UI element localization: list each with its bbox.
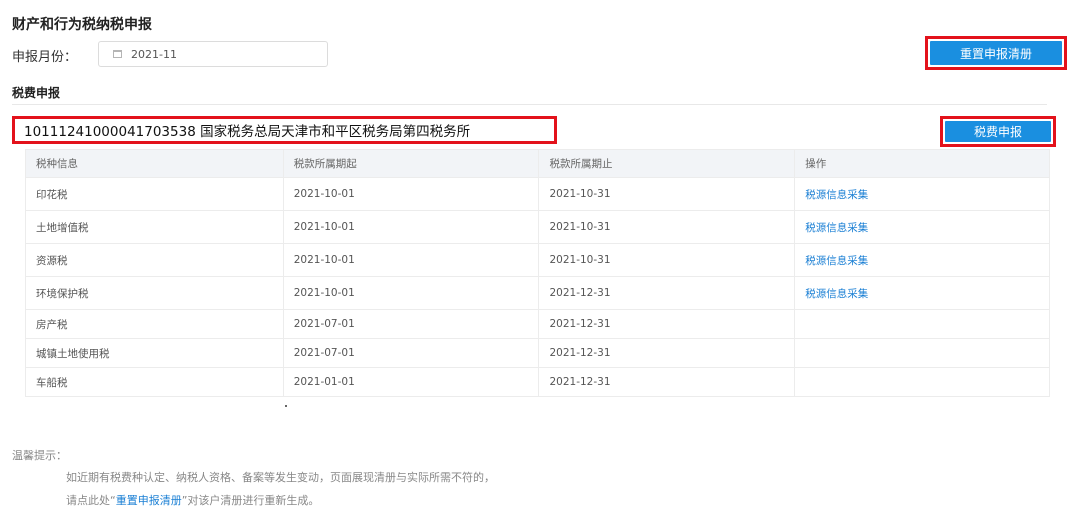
table-row: 印花税 2021-10-01 2021-10-31 税源信息采集 bbox=[25, 177, 1050, 211]
tip-line-2-suffix: ”对该户清册进行重新生成。 bbox=[181, 494, 320, 507]
tip-line-1: 如近期有税费种认定、纳税人资格、备案等发生变动，页面展现清册与实际所需不符的， bbox=[66, 471, 495, 484]
table-row: 环境保护税 2021-10-01 2021-12-31 税源信息采集 bbox=[25, 276, 1050, 310]
period-start-cell: 2021-07-01 bbox=[282, 309, 540, 339]
period-start-cell: 2021-10-01 bbox=[282, 177, 540, 211]
table-row: 城镇土地使用税 2021-07-01 2021-12-31 bbox=[25, 338, 1050, 368]
tax-source-collect-link[interactable]: 税源信息采集 bbox=[805, 222, 868, 234]
tax-source-collect-link[interactable]: 税源信息采集 bbox=[805, 189, 868, 201]
action-cell bbox=[794, 309, 1050, 339]
divider bbox=[12, 104, 1047, 105]
taxpayer-info: 10111241000041703538 国家税务总局天津市和平区税务局第四税务… bbox=[12, 116, 557, 144]
page-title: 财产和行为税纳税申报 bbox=[12, 17, 152, 33]
tip-line-2-prefix: 请点此处“ bbox=[66, 494, 116, 507]
period-start-cell: 2021-07-01 bbox=[282, 338, 540, 368]
reset-button-highlight: 重置申报清册 bbox=[925, 36, 1067, 70]
column-header-period-start: 税款所属期起 bbox=[282, 149, 540, 178]
month-label: 申报月份： bbox=[12, 50, 78, 65]
period-end-cell: 2021-12-31 bbox=[538, 276, 796, 310]
action-cell: 税源信息采集 bbox=[794, 177, 1050, 211]
period-end-cell: 2021-12-31 bbox=[538, 338, 796, 368]
column-header-tax-type: 税种信息 bbox=[25, 149, 284, 178]
table-row: 土地增值税 2021-10-01 2021-10-31 税源信息采集 bbox=[25, 210, 1050, 244]
month-value: 2021-11 bbox=[131, 47, 177, 61]
period-start-cell: 2021-10-01 bbox=[282, 276, 540, 310]
calendar-icon bbox=[113, 50, 122, 58]
period-end-cell: 2021-12-31 bbox=[538, 367, 796, 397]
month-picker-input[interactable]: 2021-11 bbox=[98, 41, 328, 67]
action-cell bbox=[794, 338, 1050, 368]
period-start-cell: 2021-01-01 bbox=[282, 367, 540, 397]
period-end-cell: 2021-10-31 bbox=[538, 243, 796, 277]
tax-type-cell: 环境保护税 bbox=[25, 276, 284, 310]
period-end-cell: 2021-12-31 bbox=[538, 309, 796, 339]
table-row: 车船税 2021-01-01 2021-12-31 bbox=[25, 367, 1050, 397]
reset-declaration-list-button[interactable]: 重置申报清册 bbox=[930, 41, 1062, 65]
tips-title: 温馨提示： bbox=[12, 449, 67, 462]
table-row: 资源税 2021-10-01 2021-10-31 税源信息采集 bbox=[25, 243, 1050, 277]
period-end-cell: 2021-10-31 bbox=[538, 210, 796, 244]
period-end-cell: 2021-10-31 bbox=[538, 177, 796, 211]
tax-type-cell: 房产税 bbox=[25, 309, 284, 339]
tax-type-cell: 车船税 bbox=[25, 367, 284, 397]
tax-declare-button[interactable]: 税费申报 bbox=[945, 121, 1051, 142]
reset-declaration-list-link[interactable]: 重置申报清册 bbox=[116, 494, 182, 507]
tax-source-collect-link[interactable]: 税源信息采集 bbox=[805, 255, 868, 267]
declare-button-highlight: 税费申报 bbox=[940, 116, 1056, 147]
tax-source-collect-link[interactable]: 税源信息采集 bbox=[805, 288, 868, 300]
period-start-cell: 2021-10-01 bbox=[282, 210, 540, 244]
table-header-row: 税种信息 税款所属期起 税款所属期止 操作 bbox=[25, 149, 1050, 178]
tax-table: 税种信息 税款所属期起 税款所属期止 操作 印花税 2021-10-01 202… bbox=[25, 149, 1050, 397]
action-cell bbox=[794, 367, 1050, 397]
tax-type-cell: 土地增值税 bbox=[25, 210, 284, 244]
table-row: 房产税 2021-07-01 2021-12-31 bbox=[25, 309, 1050, 339]
column-header-action: 操作 bbox=[794, 149, 1050, 178]
period-start-cell: 2021-10-01 bbox=[282, 243, 540, 277]
tax-type-cell: 印花税 bbox=[25, 177, 284, 211]
action-cell: 税源信息采集 bbox=[794, 276, 1050, 310]
tax-type-cell: 城镇土地使用税 bbox=[25, 338, 284, 368]
column-header-period-end: 税款所属期止 bbox=[538, 149, 796, 178]
tax-type-cell: 资源税 bbox=[25, 243, 284, 277]
tip-line-2: 请点此处“重置申报清册”对该户清册进行重新生成。 bbox=[66, 492, 319, 508]
action-cell: 税源信息采集 bbox=[794, 243, 1050, 277]
stray-dot bbox=[285, 405, 287, 407]
action-cell: 税源信息采集 bbox=[794, 210, 1050, 244]
section-title: 税费申报 bbox=[12, 86, 61, 100]
